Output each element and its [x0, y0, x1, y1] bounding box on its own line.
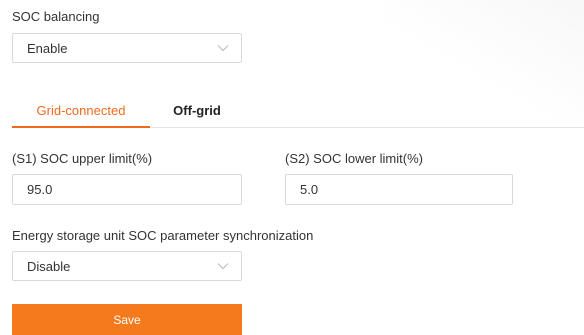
- soc-lower-limit-label: (S2) SOC lower limit(%): [285, 151, 423, 166]
- tab-grid-connected-label: Grid-connected: [36, 102, 126, 118]
- soc-balancing-label: SOC balancing: [12, 9, 100, 24]
- chevron-down-icon: [217, 45, 229, 52]
- soc-balancing-value: Enable: [27, 40, 68, 56]
- save-button[interactable]: Save: [12, 304, 242, 335]
- soc-balancing-select[interactable]: Enable: [12, 33, 242, 63]
- soc-settings-panel: SOC balancing Enable Grid-connected Off-…: [0, 0, 584, 335]
- soc-upper-limit-label: (S1) SOC upper limit(%): [12, 151, 153, 166]
- soc-sync-value: Disable: [27, 258, 71, 274]
- chevron-down-icon: [217, 263, 229, 270]
- soc-upper-limit-input[interactable]: [12, 174, 242, 205]
- mode-tabs: Grid-connected Off-grid: [12, 92, 584, 128]
- tab-grid-connected[interactable]: Grid-connected: [12, 92, 150, 128]
- soc-lower-limit-input[interactable]: [285, 174, 513, 205]
- tab-off-grid[interactable]: Off-grid: [162, 92, 232, 128]
- soc-sync-label: Energy storage unit SOC parameter synchr…: [12, 228, 314, 243]
- active-tab-indicator: [12, 126, 150, 128]
- soc-sync-select[interactable]: Disable: [12, 251, 242, 281]
- tab-off-grid-label: Off-grid: [173, 102, 221, 118]
